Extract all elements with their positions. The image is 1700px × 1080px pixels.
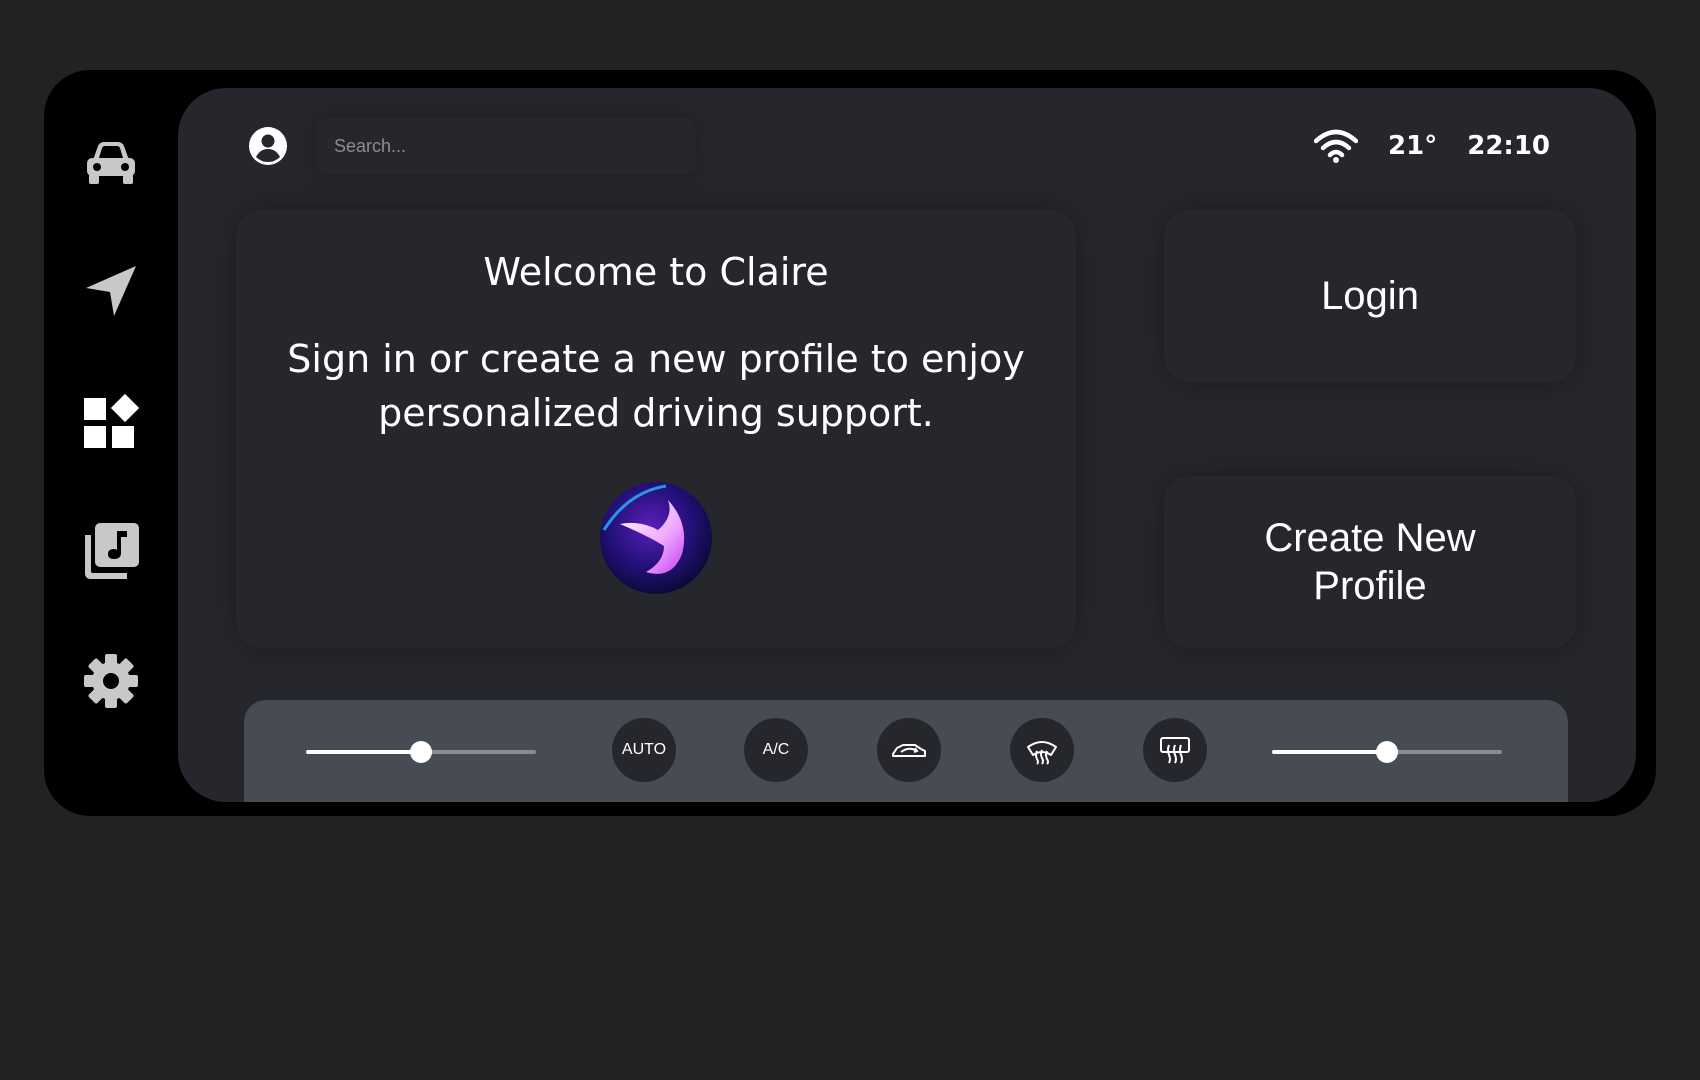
- search-box: [316, 118, 696, 174]
- wifi-icon: [1314, 129, 1359, 163]
- right-temperature-slider[interactable]: [1272, 741, 1502, 763]
- auto-label: AUTO: [621, 741, 667, 758]
- slider-thumb[interactable]: [410, 741, 432, 763]
- sidebar-item-navigation[interactable]: [76, 256, 146, 326]
- left-temperature-slider[interactable]: [306, 741, 536, 763]
- rear-defrost-icon: [1160, 737, 1190, 764]
- apps-icon: [84, 393, 140, 448]
- recirculation-button[interactable]: [877, 718, 941, 782]
- front-defrost-icon: [1027, 741, 1057, 765]
- main-screen: 21° 22:10 Welcome to Claire Sign in or c…: [178, 88, 1636, 802]
- profile-button[interactable]: [248, 126, 288, 166]
- welcome-subtitle: Sign in or create a new profile to enjoy…: [287, 337, 1025, 435]
- ac-label: A/C: [762, 741, 790, 758]
- clock: 22:10: [1467, 131, 1550, 161]
- slider-fill: [306, 750, 421, 754]
- climate-control-bar: AUTO A/C: [244, 700, 1568, 802]
- welcome-card: Welcome to Claire Sign in or create a ne…: [236, 210, 1076, 648]
- rear-defrost-button[interactable]: [1143, 718, 1207, 782]
- car-icon: [87, 142, 135, 184]
- login-label: Login: [1321, 274, 1419, 318]
- search-input[interactable]: [316, 118, 696, 174]
- recirculation-icon: [892, 744, 926, 757]
- slider-fill: [1272, 750, 1387, 754]
- sidebar-item-vehicle[interactable]: [76, 128, 146, 198]
- user-avatar-icon: [249, 127, 287, 165]
- music-library-icon: [85, 523, 139, 579]
- login-button[interactable]: Login: [1164, 210, 1576, 382]
- front-defrost-button[interactable]: [1010, 718, 1074, 782]
- welcome-title: Welcome to Claire: [483, 250, 829, 294]
- status-bar: 21° 22:10: [1314, 124, 1550, 168]
- sidebar: [44, 70, 178, 816]
- sidebar-item-media[interactable]: [76, 516, 146, 586]
- create-profile-label: Create New Profile: [1264, 516, 1476, 608]
- auto-climate-button[interactable]: AUTO: [612, 718, 676, 782]
- gear-icon: [84, 654, 138, 708]
- navigation-icon: [86, 266, 136, 316]
- ac-button[interactable]: A/C: [744, 718, 808, 782]
- slider-thumb[interactable]: [1376, 741, 1398, 763]
- sidebar-item-settings[interactable]: [76, 646, 146, 716]
- device-frame: 21° 22:10 Welcome to Claire Sign in or c…: [44, 70, 1656, 816]
- assistant-logo[interactable]: [598, 480, 714, 596]
- temperature-readout: 21°: [1388, 131, 1438, 161]
- assistant-logo-icon: [600, 482, 712, 594]
- create-profile-button[interactable]: Create New Profile: [1164, 476, 1576, 648]
- sidebar-item-apps[interactable]: [76, 386, 146, 456]
